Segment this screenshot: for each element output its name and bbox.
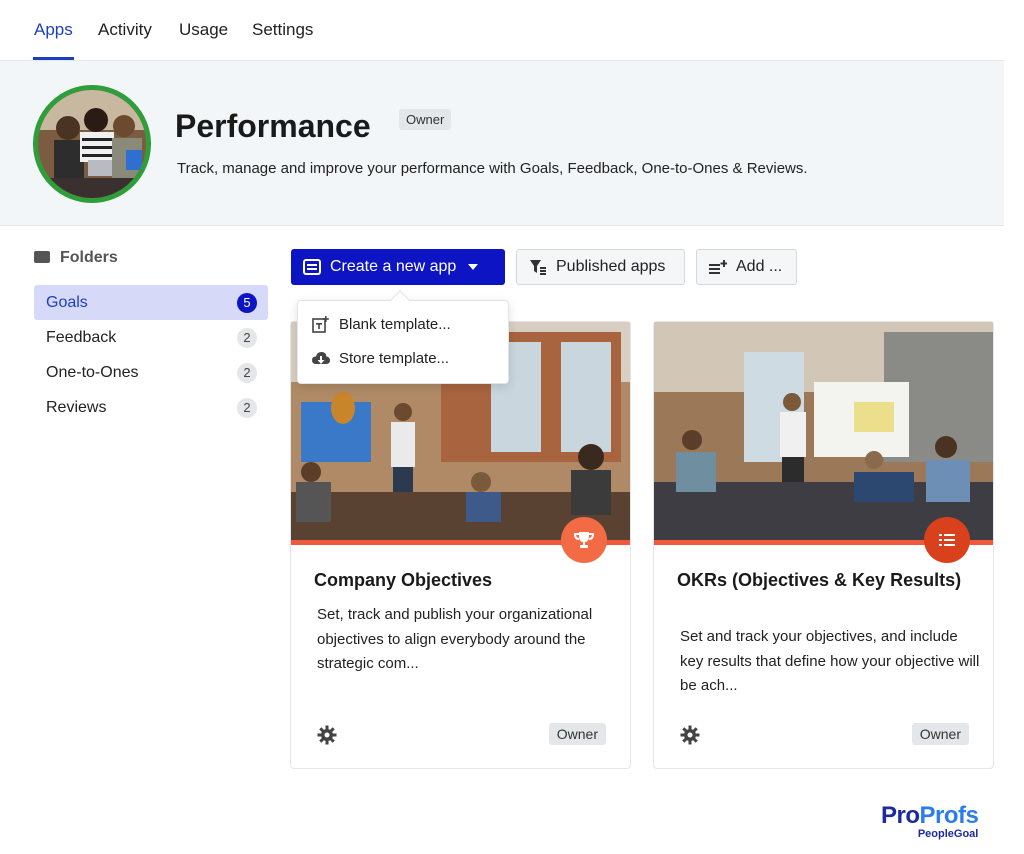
count-badge: 2 <box>237 398 257 418</box>
tab-activity[interactable]: Activity <box>98 20 152 40</box>
top-tab-bar: Apps Activity Usage Settings <box>0 0 1004 61</box>
cloud-download-icon <box>312 351 330 364</box>
space-header: Performance Owner Track, manage and impr… <box>0 61 1004 226</box>
card-description: Set and track your objectives, and inclu… <box>680 628 980 694</box>
sidebar-item-label: Goals <box>46 294 88 311</box>
blank-template-icon <box>312 316 329 333</box>
tab-apps[interactable]: Apps <box>34 20 73 40</box>
folders-heading: Folders <box>34 249 118 267</box>
card-description: Set, track and publish your organization… <box>317 606 593 672</box>
trophy-icon <box>561 517 607 563</box>
app-form-icon <box>303 259 321 275</box>
page-title: Performance <box>175 108 371 144</box>
folders-heading-label: Folders <box>60 249 118 266</box>
caret-down-icon <box>468 264 479 270</box>
menu-item-blank-template[interactable]: Blank template... <box>312 316 451 333</box>
filter-list-icon <box>530 260 546 275</box>
role-badge: Owner <box>548 723 606 745</box>
office-meeting-image <box>654 322 993 540</box>
menu-item-label: Store template... <box>339 350 450 367</box>
published-apps-label: Published apps <box>556 258 666 275</box>
count-badge: 2 <box>237 328 257 348</box>
create-app-menu: Blank template... Store template... <box>297 300 509 384</box>
sidebar-item-reviews[interactable]: Reviews 2 <box>34 390 268 425</box>
role-badge: Owner <box>399 109 452 130</box>
tab-settings[interactable]: Settings <box>252 20 313 40</box>
card-image <box>654 322 993 540</box>
app-card-okrs[interactable]: OKRs (Objectives & Key Results) Set and … <box>653 321 994 769</box>
count-badge: 5 <box>237 293 257 313</box>
logo-part-2: Profs <box>919 802 979 829</box>
sidebar-item-feedback[interactable]: Feedback 2 <box>34 320 268 355</box>
sidebar-item-label: Reviews <box>46 399 107 416</box>
sidebar-item-label: One-to-Ones <box>46 364 139 381</box>
add-list-icon <box>709 260 727 274</box>
add-button[interactable]: Add ... <box>696 249 797 285</box>
role-badge: Owner <box>911 723 969 745</box>
logo-subtitle: PeopleGoal <box>917 828 979 840</box>
menu-item-store-template[interactable]: Store template... <box>312 350 449 367</box>
tab-usage[interactable]: Usage <box>179 20 228 40</box>
space-avatar <box>33 85 151 203</box>
sidebar-item-one-to-ones[interactable]: One-to-Ones 2 <box>34 355 268 390</box>
menu-item-label: Blank template... <box>339 316 451 333</box>
logo-part-1: Pro <box>881 802 920 829</box>
count-badge: 2 <box>237 363 257 383</box>
page-description: Track, manage and improve your performan… <box>177 160 808 177</box>
published-apps-button[interactable]: Published apps <box>516 249 685 285</box>
proprofs-logo: ProProfs PeopleGoal <box>881 802 979 840</box>
active-tab-indicator <box>33 57 74 60</box>
sidebar-item-label: Feedback <box>46 329 117 346</box>
create-app-label: Create a new app <box>330 258 457 275</box>
gear-icon[interactable] <box>680 725 700 745</box>
app-card-company-objectives[interactable]: Company Objectives Set, track and publis… <box>290 321 631 769</box>
list-icon <box>924 517 970 563</box>
gear-icon[interactable] <box>317 725 337 745</box>
create-app-button[interactable]: Create a new app <box>291 249 505 285</box>
team-photo-image <box>38 90 146 198</box>
card-title[interactable]: OKRs (Objectives & Key Results) <box>677 570 967 591</box>
add-label: Add ... <box>736 258 783 275</box>
card-title[interactable]: Company Objectives <box>314 570 492 591</box>
folder-icon <box>34 251 50 263</box>
sidebar-item-goals[interactable]: Goals 5 <box>34 285 268 320</box>
